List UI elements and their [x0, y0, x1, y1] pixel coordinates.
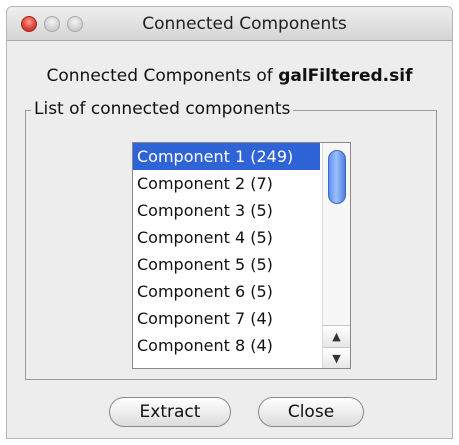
title-bar[interactable]: Connected Components: [7, 7, 452, 41]
list-item[interactable]: Component 1 (249): [133, 143, 320, 170]
group-legend: List of connected components: [31, 99, 294, 119]
scrollbar-thumb[interactable]: [328, 150, 346, 204]
list-scrollbar[interactable]: ▲ ▼: [322, 143, 350, 368]
components-listbox[interactable]: Component 1 (249) Component 2 (7) Compon…: [132, 142, 351, 369]
heading-prefix: Connected Components of: [46, 66, 279, 86]
list-item[interactable]: Component 8 (4): [133, 332, 320, 359]
close-button[interactable]: Close: [258, 397, 364, 427]
list-item[interactable]: Component 4 (5): [133, 224, 320, 251]
dialog-window: Connected Components Connected Component…: [6, 6, 453, 439]
list-item[interactable]: Component 2 (7): [133, 170, 320, 197]
extract-button[interactable]: Extract: [109, 397, 231, 427]
list-item[interactable]: Component 3 (5): [133, 197, 320, 224]
dialog-heading: Connected Components of galFiltered.sif: [7, 66, 452, 86]
list-item[interactable]: Component 5 (5): [133, 251, 320, 278]
window-title: Connected Components: [142, 14, 347, 34]
list-item[interactable]: Component 7 (4): [133, 305, 320, 332]
scroll-down-arrow-icon[interactable]: ▼: [323, 347, 350, 368]
scroll-up-arrow-icon[interactable]: ▲: [323, 325, 350, 347]
list-item[interactable]: Component 6 (5): [133, 278, 320, 305]
heading-filename: galFiltered.sif: [278, 66, 413, 86]
